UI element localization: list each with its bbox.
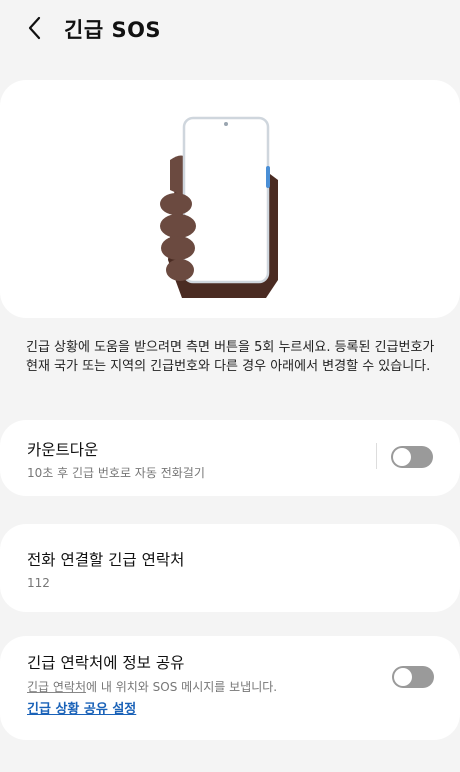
hand-holding-phone-illustration <box>160 116 278 298</box>
emergency-number-title: 전화 연결할 긴급 연락처 <box>27 551 185 569</box>
share-info-subtitle: 긴급 연락처에 내 위치와 SOS 메시지를 보냅니다. <box>27 678 277 695</box>
countdown-subtitle: 10초 후 긴급 번호로 자동 전화걸기 <box>27 466 205 480</box>
share-settings-link[interactable]: 긴급 상황 공유 설정 <box>27 698 136 717</box>
illustration-card <box>0 80 460 318</box>
toggle-knob <box>393 448 411 466</box>
toggle-knob <box>394 668 412 686</box>
emergency-number-value: 112 <box>27 576 50 590</box>
countdown-title: 카운트다운 <box>27 441 99 459</box>
countdown-toggle[interactable] <box>391 446 433 468</box>
chevron-left-icon <box>28 16 41 40</box>
back-button[interactable] <box>24 14 48 42</box>
emergency-contacts-link[interactable]: 긴급 연락처 <box>27 680 86 694</box>
app-header: 긴급 SOS <box>0 0 460 56</box>
sos-description: 긴급 상황에 도움을 받으려면 측면 버튼을 5회 누르세요. 등록된 긴급번호… <box>26 340 435 374</box>
divider <box>376 443 377 469</box>
share-info-title: 긴급 연락처에 정보 공유 <box>27 654 185 672</box>
share-info-toggle[interactable] <box>392 666 434 688</box>
page-title: 긴급 SOS <box>64 18 162 42</box>
share-info-subtitle-text: 에 내 위치와 SOS 메시지를 보냅니다. <box>86 680 278 694</box>
